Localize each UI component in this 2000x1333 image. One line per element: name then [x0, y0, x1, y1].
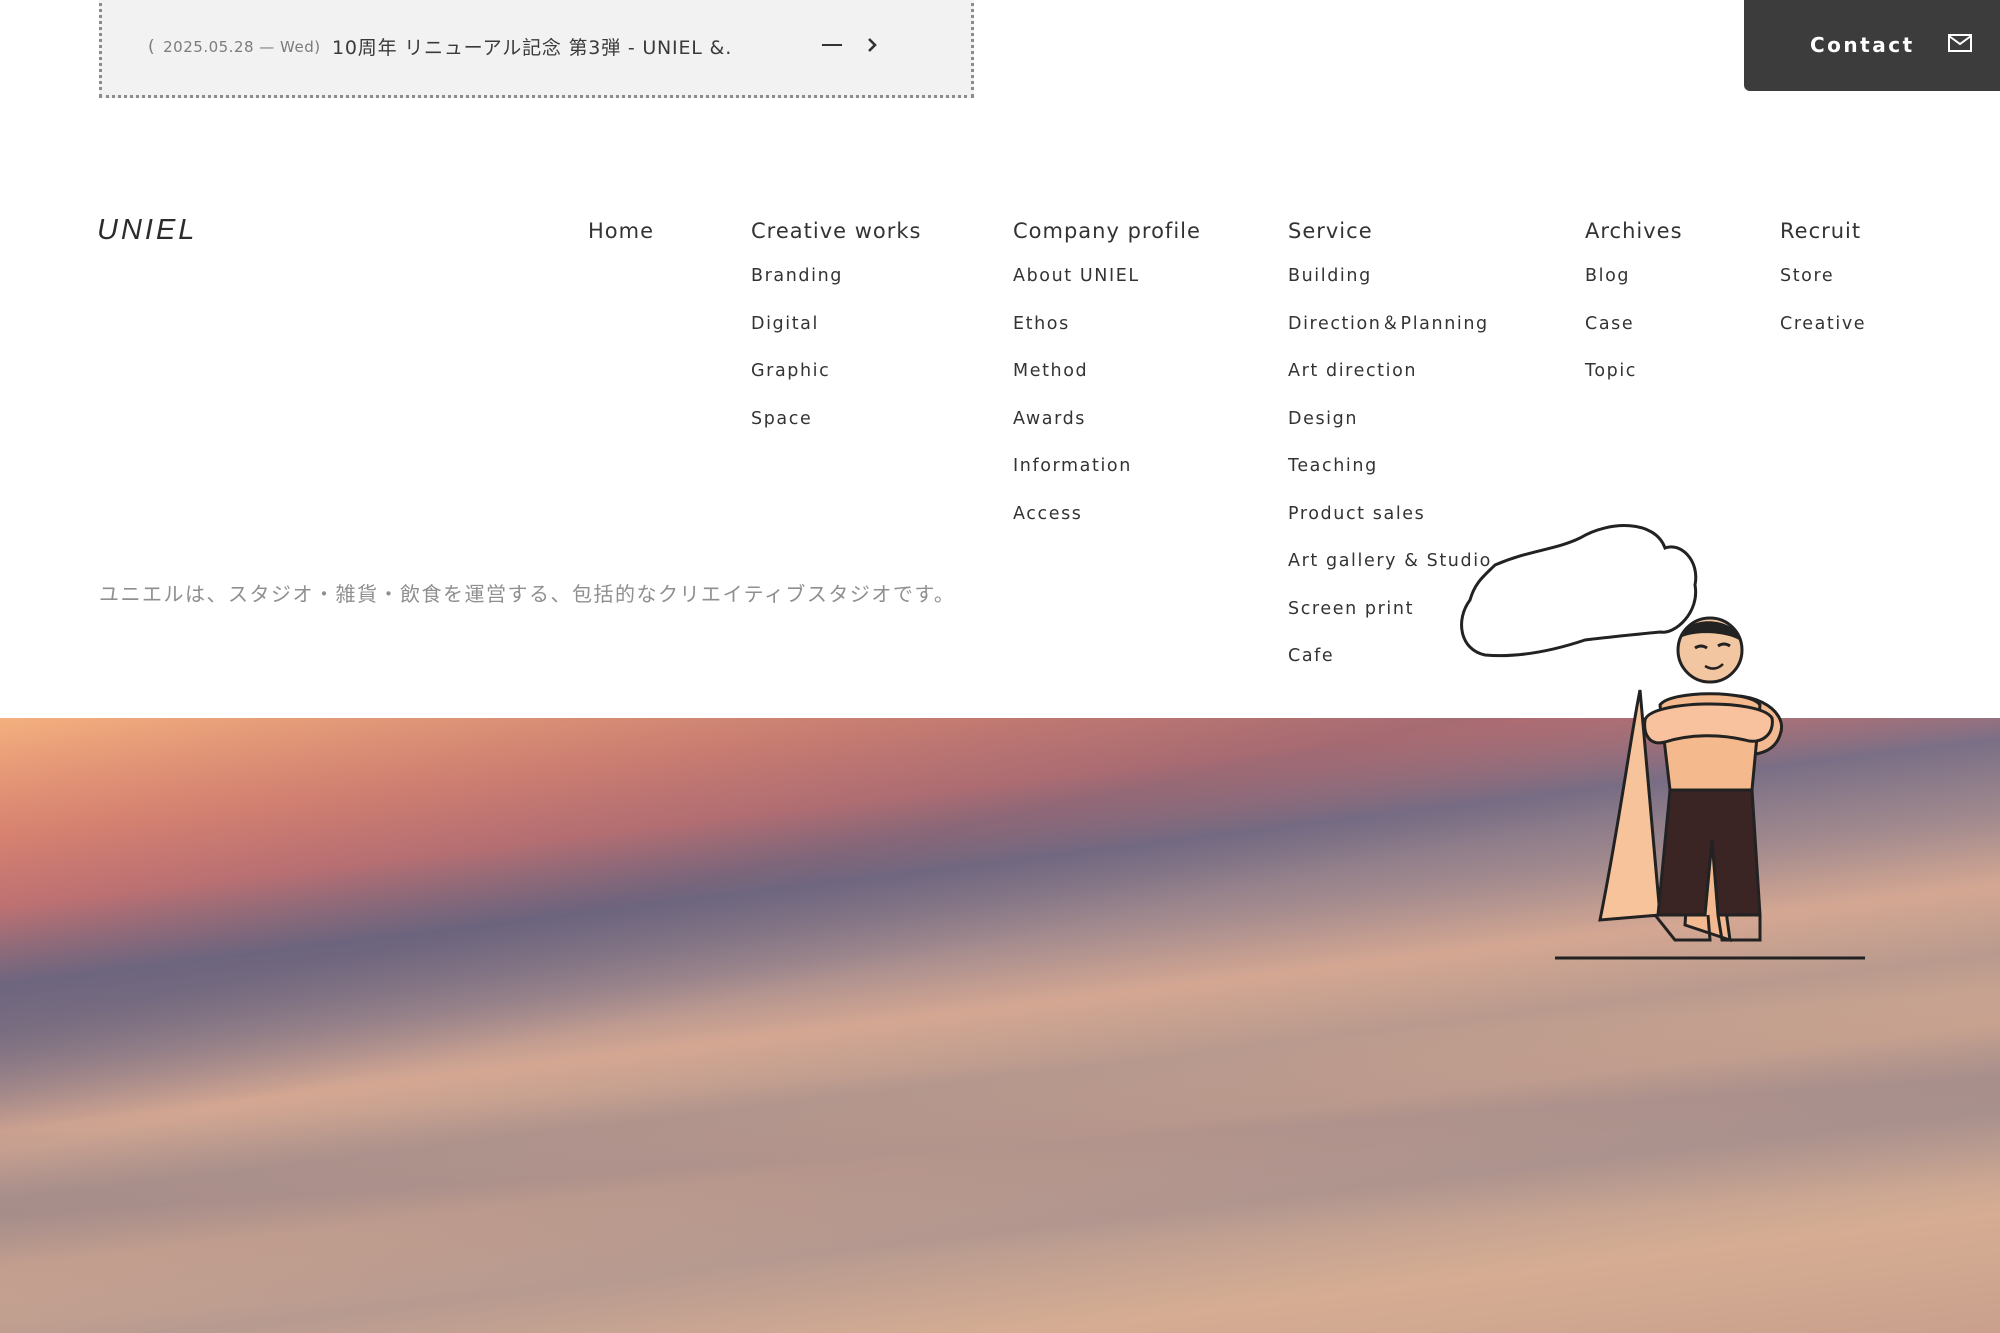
- news-pause-button[interactable]: [816, 29, 848, 61]
- nav-link-method[interactable]: Method: [1013, 359, 1201, 407]
- crossed-arms: [1643, 702, 1774, 745]
- nav-heading-recruit[interactable]: Recruit: [1780, 219, 1866, 243]
- nav-link-case[interactable]: Case: [1585, 312, 1683, 360]
- nav-heading-creative-works[interactable]: Creative works: [751, 219, 921, 243]
- footer-nav-home: Home: [588, 219, 654, 243]
- news-ticker: (2025.05.28 — Wed) 10周年 リニューアル記念 第3弾 - U…: [99, 0, 974, 98]
- pause-icon: [822, 44, 842, 46]
- mascot-illustration: [1460, 524, 1865, 960]
- nav-link-awards[interactable]: Awards: [1013, 407, 1201, 455]
- nav-heading-company-profile[interactable]: Company profile: [1013, 219, 1201, 243]
- nav-link-space[interactable]: Space: [751, 407, 921, 455]
- footer-nav-company-profile: Company profile About UNIEL Ethos Method…: [1013, 219, 1201, 549]
- nav-link-building[interactable]: Building: [1288, 264, 1492, 312]
- contact-button[interactable]: Contact: [1744, 0, 2000, 91]
- chevron-right-icon: [868, 38, 877, 52]
- news-date-text: 2025.05.28 — Wed): [163, 38, 321, 56]
- nav-link-design[interactable]: Design: [1288, 407, 1492, 455]
- nav-link-teaching[interactable]: Teaching: [1288, 454, 1492, 502]
- company-tagline: ユニエルは、スタジオ・雑貨・飲食を運営する、包括的なクリエイティブスタジオです。: [99, 582, 956, 606]
- nav-heading-home[interactable]: Home: [588, 219, 654, 243]
- feet: [1653, 914, 1762, 942]
- nav-link-branding[interactable]: Branding: [751, 264, 921, 312]
- footer-logo[interactable]: UNIEL: [97, 214, 197, 247]
- nav-link-ethos[interactable]: Ethos: [1013, 312, 1201, 360]
- news-date-paren: (: [148, 37, 156, 57]
- thought-cloud: [1460, 524, 1698, 658]
- nav-link-digital[interactable]: Digital: [751, 312, 921, 360]
- nav-link-information[interactable]: Information: [1013, 454, 1201, 502]
- mail-icon: [1948, 34, 1972, 52]
- contact-label: Contact: [1810, 33, 1915, 57]
- footer-nav-recruit: Recruit Store Creative: [1780, 219, 1866, 359]
- nav-heading-service[interactable]: Service: [1288, 219, 1492, 243]
- nav-link-about-uniel[interactable]: About UNIEL: [1013, 264, 1201, 312]
- footer-nav-creative-works: Creative works Branding Digital Graphic …: [751, 219, 921, 454]
- nav-link-direction-planning[interactable]: Direction＆Planning: [1288, 312, 1492, 360]
- nav-link-access[interactable]: Access: [1013, 502, 1201, 550]
- news-next-button[interactable]: [856, 29, 888, 61]
- nav-link-art-direction[interactable]: Art direction: [1288, 359, 1492, 407]
- nav-link-store[interactable]: Store: [1780, 264, 1866, 312]
- nav-link-creative[interactable]: Creative: [1780, 312, 1866, 360]
- footer-nav-archives: Archives Blog Case Topic: [1585, 219, 1683, 407]
- nav-link-topic[interactable]: Topic: [1585, 359, 1683, 407]
- nav-heading-archives[interactable]: Archives: [1585, 219, 1683, 243]
- nav-link-graphic[interactable]: Graphic: [751, 359, 921, 407]
- news-title-link[interactable]: 10周年 リニューアル記念 第3弾 - UNIEL &…: [332, 33, 732, 60]
- nav-link-blog[interactable]: Blog: [1585, 264, 1683, 312]
- news-date: (2025.05.28 — Wed): [148, 37, 321, 57]
